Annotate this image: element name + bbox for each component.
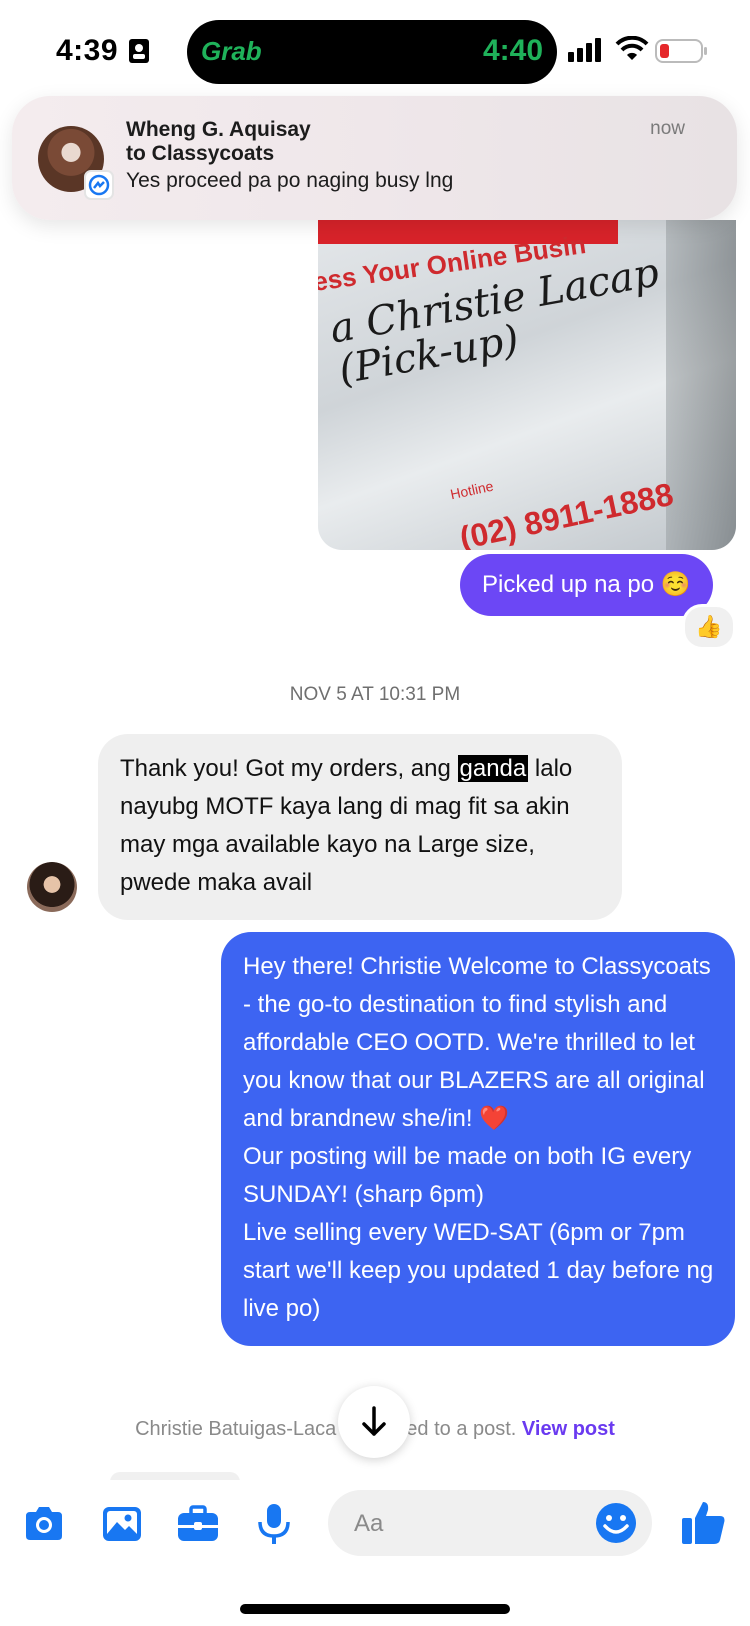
contact-card-icon	[129, 39, 149, 63]
shared-photo[interactable]: ess Your Online Busin a Christie Lacap (…	[318, 220, 736, 550]
message-input-container[interactable]	[328, 1490, 652, 1558]
message-text: Thank you! Got my orders, ang	[120, 755, 458, 782]
messenger-badge-icon	[84, 170, 114, 200]
scroll-to-bottom-button[interactable]	[338, 1386, 410, 1458]
outgoing-message-bubble[interactable]: Hey there! Christie Welcome to Classycoa…	[221, 932, 735, 1346]
briefcase-icon[interactable]	[174, 1500, 222, 1548]
photo-shadow	[666, 220, 736, 550]
island-time: 4:40	[482, 34, 543, 67]
cellular-signal-icon	[568, 38, 601, 62]
reply-note-text: ed to a post.	[406, 1418, 517, 1440]
dynamic-island[interactable]: Grab 4:40	[187, 20, 557, 84]
message-paragraph: Hey there! Christie Welcome to Classycoa…	[243, 953, 711, 1132]
notification-time: now	[650, 118, 685, 139]
incoming-message-bubble[interactable]: Thank you! Got my orders, ang ganda lalo…	[98, 734, 622, 920]
outgoing-message-bubble[interactable]: Picked up na po ☺️	[460, 554, 713, 616]
bag-hotline-label: Hotline	[448, 477, 495, 503]
battery-low-icon	[655, 39, 707, 63]
gallery-icon[interactable]	[98, 1500, 146, 1548]
like-icon[interactable]	[678, 1496, 730, 1548]
grab-logo: Grab	[201, 36, 262, 66]
notification-recipient: to Classycoats	[126, 142, 275, 165]
status-time: 4:39	[56, 34, 119, 67]
status-bar: 4:39 Grab 4:40	[0, 0, 750, 100]
message-paragraph: Live selling every WED-SAT (6pm or 7pm s…	[243, 1219, 714, 1322]
view-post-link[interactable]: View post	[522, 1418, 615, 1440]
wifi-icon	[615, 36, 649, 60]
reply-note-name: Christie Batuigas-Laca	[135, 1418, 337, 1440]
microphone-icon[interactable]	[250, 1500, 298, 1548]
sender-avatar[interactable]	[27, 862, 77, 912]
arrow-down-icon	[362, 1406, 386, 1436]
notification-sender: Wheng G. Aquisay	[126, 118, 311, 141]
notification-message: Yes proceed pa po naging busy lng	[126, 169, 454, 192]
conversation-timestamp: NOV 5 AT 10:31 PM	[289, 684, 461, 705]
thumbs-up-reaction[interactable]: 👍	[682, 604, 736, 650]
message-notification-banner[interactable]: Wheng G. Aquisay to Classycoats Yes proc…	[12, 96, 737, 220]
message-paragraph: Our posting will be made on both IG ever…	[243, 1143, 692, 1208]
camera-icon[interactable]	[20, 1500, 68, 1548]
home-indicator[interactable]	[240, 1604, 510, 1614]
highlighted-text: ganda	[457, 755, 529, 782]
emoji-icon[interactable]	[592, 1499, 640, 1547]
message-input[interactable]	[352, 1490, 576, 1558]
